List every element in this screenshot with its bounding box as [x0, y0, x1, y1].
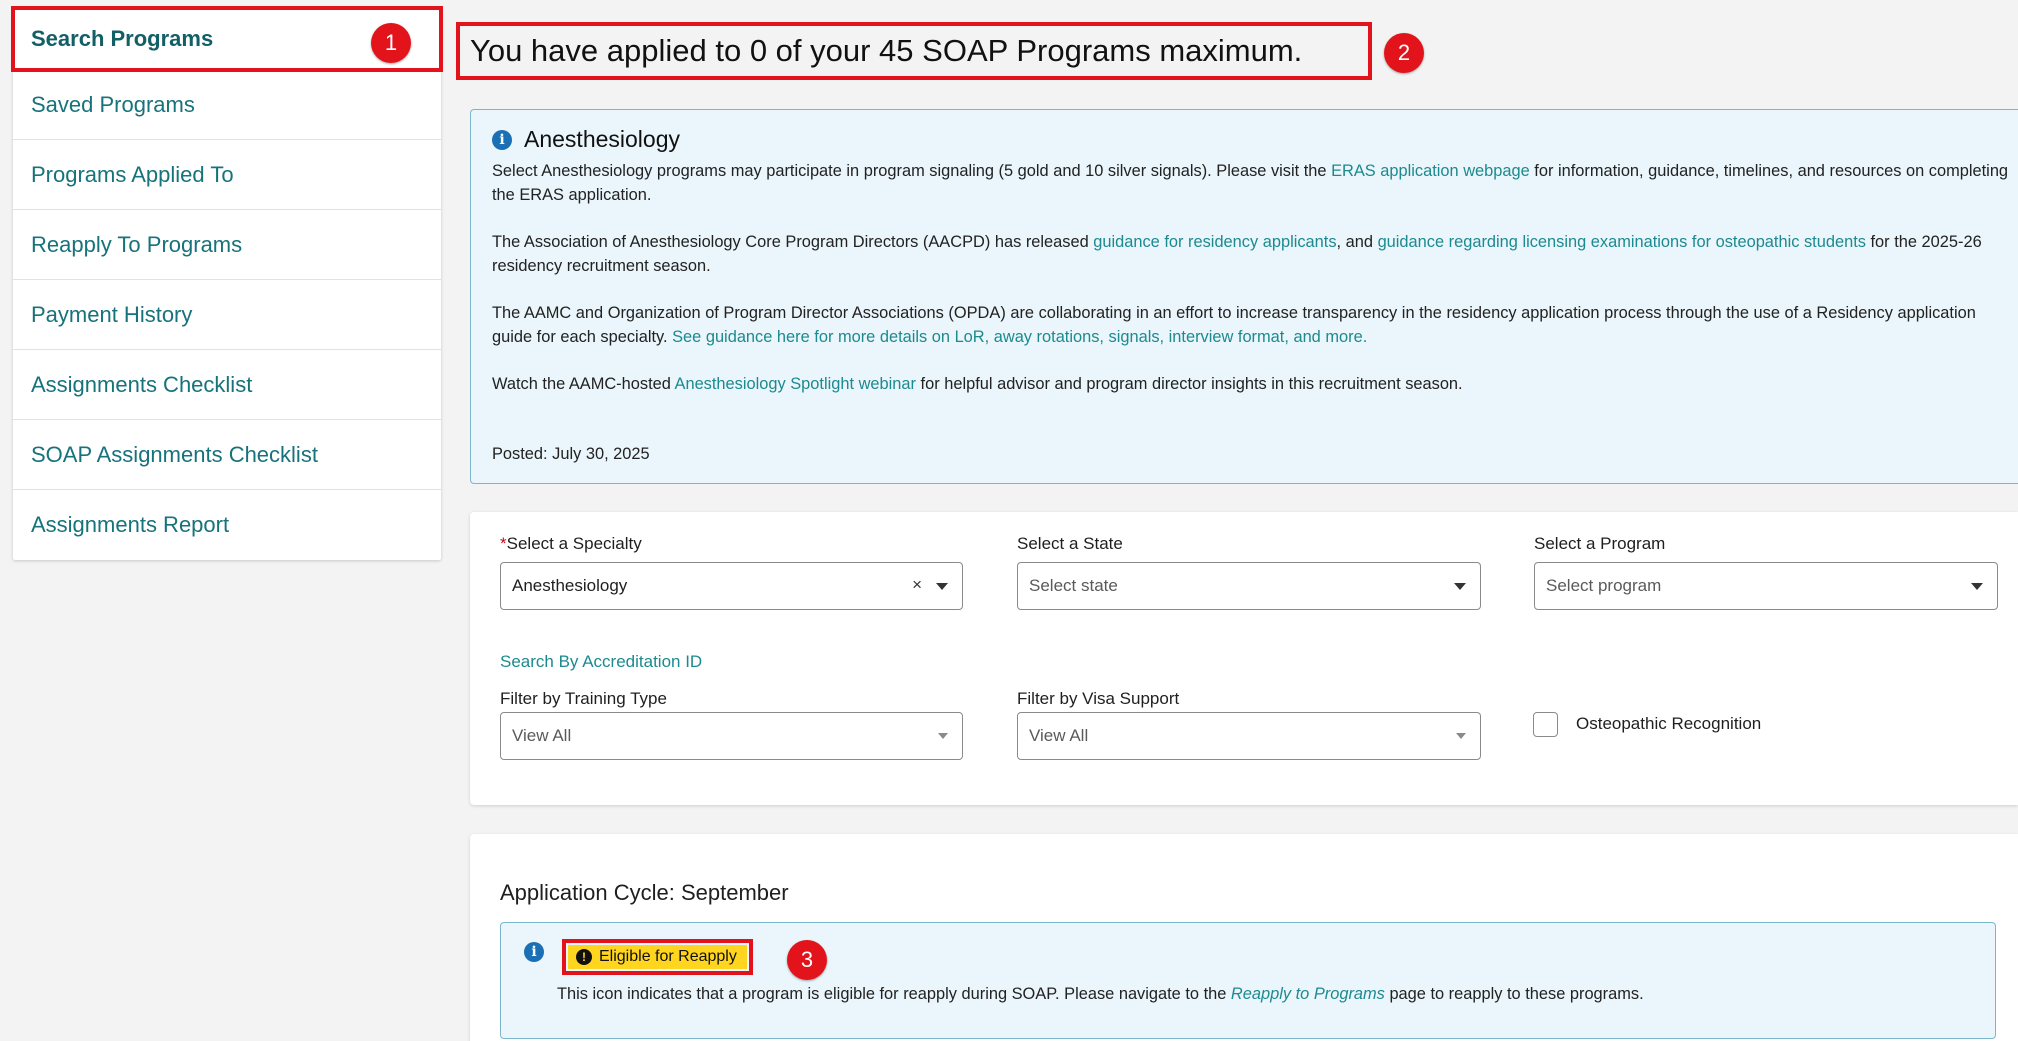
eras-webpage-link[interactable]: ERAS application webpage [1331, 162, 1530, 180]
residency-applicants-guidance-link[interactable]: guidance for residency applicants [1093, 233, 1336, 251]
osteopathic-recognition-label: Osteopathic Recognition [1576, 714, 1762, 733]
specialty-select[interactable]: Anesthesiology × [500, 562, 963, 610]
visa-support-value: View All [1029, 726, 1089, 745]
sidebar: Search Programs Saved Programs Programs … [11, 6, 443, 560]
training-type-label: Filter by Training Type [500, 689, 667, 708]
reapply-legend-note: i ! Eligible for Reapply This icon indic… [500, 922, 1996, 1039]
info-title-row: i Anesthesiology [492, 126, 2018, 153]
step-marker-1: 1 [371, 23, 411, 63]
visa-support-label: Filter by Visa Support [1017, 689, 1180, 708]
info-paragraph-3: The AAMC and Organization of Program Dir… [492, 301, 2018, 349]
specialty-value: Anesthesiology [512, 576, 628, 595]
chevron-down-icon [1971, 583, 1983, 590]
specialty-label: *Select a Specialty [500, 534, 642, 554]
info-paragraph-4: Watch the AAMC-hosted Anesthesiology Spo… [492, 372, 2018, 396]
note-text: page to reapply to these programs. [1384, 985, 1644, 1003]
training-type-value: View All [512, 726, 572, 745]
specialty-label-text: Select a Specialty [506, 534, 642, 553]
state-select[interactable]: Select state [1017, 562, 1481, 610]
application-cycle-card: Application Cycle: September i ! Eligibl… [470, 834, 2018, 1041]
program-select[interactable]: Select program [1534, 562, 1998, 610]
sidebar-item-programs-applied-to[interactable]: Programs Applied To [13, 140, 441, 210]
info-paragraph-2: The Association of Anesthesiology Core P… [492, 230, 2018, 278]
sidebar-item-saved-programs[interactable]: Saved Programs [13, 70, 441, 140]
chevron-down-icon [936, 583, 948, 590]
reapply-to-programs-link[interactable]: Reapply to Programs [1231, 985, 1385, 1003]
osteopathic-licensing-guidance-link[interactable]: guidance regarding licensing examination… [1378, 233, 1866, 251]
sidebar-item-reapply-to-programs[interactable]: Reapply To Programs [13, 210, 441, 280]
residency-guide-link[interactable]: See guidance here for more details on Lo… [672, 328, 1367, 346]
step-marker-3: 3 [787, 940, 827, 980]
info-title: Anesthesiology [524, 126, 680, 152]
exclamation-icon: ! [576, 949, 592, 965]
sidebar-item-assignments-checklist[interactable]: Assignments Checklist [13, 350, 441, 420]
program-placeholder: Select program [1546, 576, 1662, 595]
training-type-select[interactable]: View All [500, 712, 963, 760]
info-text: , and [1336, 233, 1378, 251]
application-cycle-title: Application Cycle: September [500, 880, 789, 905]
state-label: Select a State [1017, 534, 1123, 553]
clear-icon[interactable]: × [912, 575, 922, 595]
info-icon: i [492, 129, 512, 150]
required-mark: * [500, 534, 507, 553]
step-marker-2: 2 [1384, 33, 1424, 73]
posted-date: Posted: July 30, 2025 [492, 445, 650, 463]
info-icon: i [524, 942, 544, 962]
search-filters-card: *Select a Specialty Anesthesiology × Sel… [470, 512, 2018, 805]
info-paragraph-1: Select Anesthesiology programs may parti… [492, 159, 2018, 207]
sidebar-item-soap-assignments-checklist[interactable]: SOAP Assignments Checklist [13, 420, 441, 490]
eligible-for-reapply-badge: ! Eligible for Reapply [568, 945, 747, 969]
applied-count-banner: You have applied to 0 of your 45 SOAP Pr… [456, 22, 1372, 80]
eligible-badge-highlight: ! Eligible for Reapply [562, 939, 753, 975]
chevron-down-icon [938, 733, 948, 739]
info-text: Select Anesthesiology programs may parti… [492, 162, 1332, 180]
chevron-down-icon [1456, 733, 1466, 739]
search-by-accreditation-link[interactable]: Search By Accreditation ID [500, 652, 702, 672]
state-placeholder: Select state [1029, 576, 1118, 595]
applied-count-text: You have applied to 0 of your 45 SOAP Pr… [470, 33, 1303, 68]
sidebar-item-assignments-report[interactable]: Assignments Report [13, 490, 441, 560]
osteopathic-recognition-checkbox[interactable] [1533, 712, 1558, 737]
note-text: This icon indicates that a program is el… [557, 985, 1231, 1003]
eligible-badge-label: Eligible for Reapply [599, 948, 737, 965]
info-text: for helpful advisor and program director… [915, 375, 1463, 393]
info-text: The Association of Anesthesiology Core P… [492, 233, 1094, 251]
reapply-note-text: This icon indicates that a program is el… [557, 985, 1644, 1004]
spotlight-webinar-link[interactable]: Anesthesiology Spotlight webinar [675, 375, 916, 393]
visa-support-select[interactable]: View All [1017, 712, 1481, 760]
info-text: Watch the AAMC-hosted [492, 375, 675, 393]
chevron-down-icon [1454, 583, 1466, 590]
specialty-info-panel: i Anesthesiology Select Anesthesiology p… [470, 109, 2018, 484]
sidebar-item-payment-history[interactable]: Payment History [13, 280, 441, 350]
program-label: Select a Program [1534, 534, 1666, 553]
